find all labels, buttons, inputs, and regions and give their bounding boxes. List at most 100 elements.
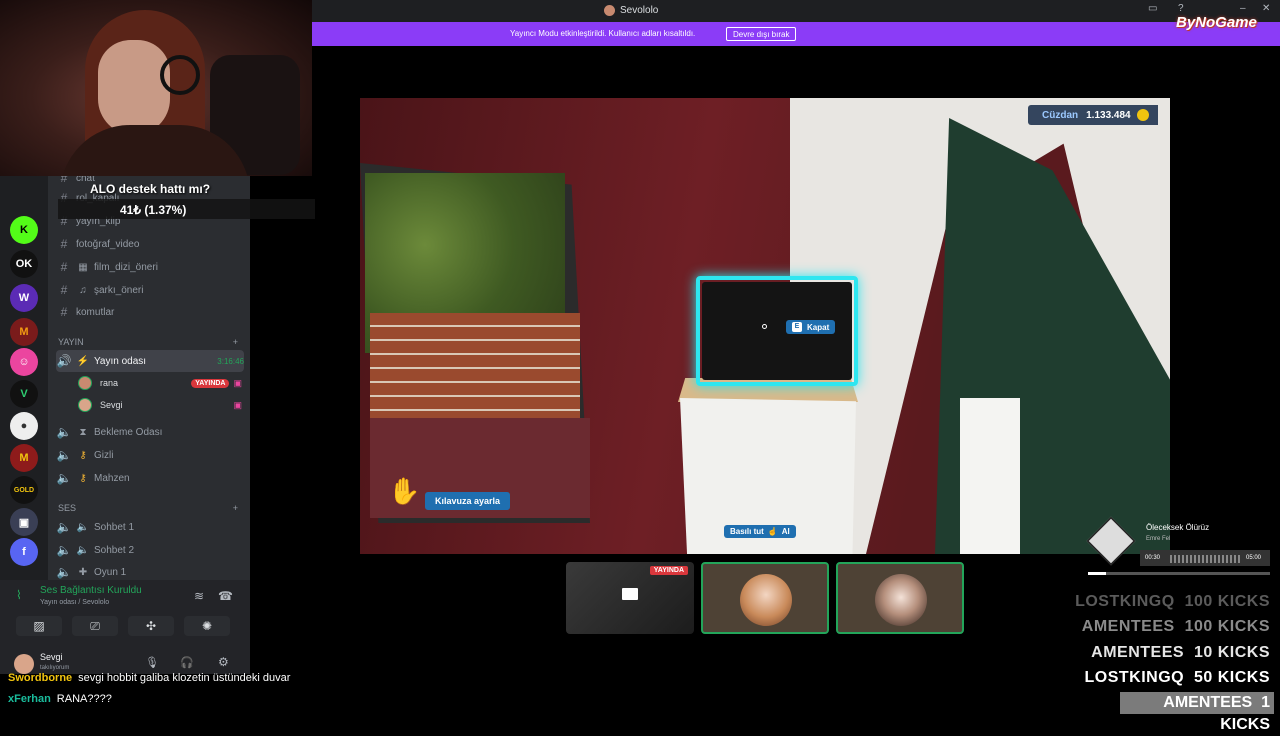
waveform [1170,555,1240,563]
hash-icon: # [60,305,68,319]
hold-prompt: Basılı tut ☝ Al [724,525,796,538]
kick-entry: AMENTEES 100 KICKS [1081,618,1270,635]
noise-suppression-icon[interactable]: ≋ [194,589,204,603]
inbox-icon[interactable]: ▭ [1148,3,1157,14]
channel-sarki-oneri[interactable]: # ♫ şarkı_öneri [56,279,244,301]
voice-timer: 3:16:46 [217,356,244,366]
category-yayin[interactable]: YAYIN + [58,337,238,347]
camera-off-icon: ▨ [33,619,45,633]
user-panel [0,650,250,674]
server-icon-gold[interactable]: GOLD [10,476,38,504]
participant-tile-rana[interactable] [701,562,829,634]
channel-fotograf-video[interactable]: # fotoğraf_video [56,233,244,255]
headphones-icon[interactable]: 🎧 [180,656,194,669]
server-icon-kick[interactable]: K [10,216,38,244]
window-title: Sevololo [620,5,659,16]
activities-button[interactable]: ✣ [128,616,174,636]
gamepad-icon: ✚ [78,566,88,578]
guide-prompt: Kılavuza ayarla [425,492,511,510]
voice-user-sevgi[interactable]: Sevgi ▣ [78,395,242,415]
key-icon: ⚷ [79,449,87,461]
voice-channel-mahzen[interactable]: 🔈 ⚷ Mahzen [56,467,244,489]
webcam-feed [0,0,312,176]
stream-icon: ▣ [233,377,242,388]
film-icon: ▦ [78,261,88,273]
server-icon-pink[interactable]: ☺ [10,348,38,376]
speaker-icon: 🔈 [56,471,72,485]
streamer-mode-message: Yayıncı Modu etkinleştirildi. Kullanıcı … [510,29,696,38]
voice-user-rana[interactable]: rana YAYINDA ▣ [78,373,242,393]
disable-streamer-mode-button[interactable]: Devre dışı bırak [726,27,797,41]
voice-channel-yayin-odasi[interactable]: 🔊 ⚡ Yayın odası 3:16:46 [56,350,244,372]
song-artist: Emre Fel [1146,536,1171,542]
key-icon: ⚷ [79,472,87,484]
soundboard-button[interactable]: ✺ [184,616,230,636]
signal-icon: ⌇ [16,588,22,602]
hand-icon: ✋ [388,476,421,506]
server-icon-mz[interactable]: M [10,444,38,472]
music-note-icon: ♫ [79,284,87,296]
minimize-icon[interactable]: – [1240,3,1246,14]
server-icon-m[interactable]: M [10,318,38,346]
disconnect-icon[interactable]: ☎ [218,589,233,603]
speaker-icon: 🔊 [56,354,72,368]
activities-icon: ✣ [145,619,157,633]
microphone-icon[interactable]: 🎙 [145,656,159,669]
poll-question: ALO destek hattı mı? [90,182,211,196]
hash-icon: # [60,176,68,185]
user-name: Sevgi [40,652,63,662]
voice-channel-gizli[interactable]: 🔈 ⚷ Gizli [56,444,244,466]
stream-icon: ▣ [233,399,242,410]
server-icon-w[interactable]: W [10,284,38,312]
hash-icon: # [60,237,68,251]
plus-icon[interactable]: + [233,503,238,513]
voice-location[interactable]: Yayın odası / Sevololo [40,599,109,606]
close-icon[interactable]: ✕ [1262,3,1270,14]
server-icon-v[interactable]: V [10,380,38,408]
kick-entry-latest: AMENTEES 1 KICKS [1120,692,1274,733]
voice-channel-bekleme[interactable]: 🔈 ⧗ Bekleme Odası [56,421,244,443]
server-icon-avatar[interactable]: ● [10,412,38,440]
chat-message: Swordborne sevgi hobbit galiba klozetin ü… [8,672,291,684]
avatar [740,574,792,626]
speaker-icon: 🔈 [76,544,90,556]
user-avatar[interactable] [14,654,34,674]
hash-icon: # [60,260,68,274]
channel-komutlar[interactable]: # komutlar [56,301,244,323]
speaker-icon: 🔈 [56,425,72,439]
settings-gear-icon[interactable]: ⚙ [218,655,229,669]
server-icon-ok[interactable]: OK [10,250,38,278]
screen-share-button[interactable]: ⎚ [72,616,118,636]
avatar [78,398,92,412]
voice-channel-sohbet-1[interactable]: 🔈 🔈 Sohbet 1 [56,516,244,538]
participant-tile-sevgi[interactable] [836,562,964,634]
help-icon[interactable]: ? [1178,3,1184,14]
voice-channel-oyun-1[interactable]: 🔈 ✚ Oyun 1 [56,561,244,580]
tv-action-prompt: E Kapat [786,320,836,334]
category-ses[interactable]: SES + [58,503,238,513]
user-status: takılıyorum [40,665,70,671]
voice-status[interactable]: Ses Bağlantısı Kuruldu [40,585,142,596]
poll-result-bar [58,199,315,219]
song-progress-track [1088,572,1270,575]
speaker-icon: 🔈 [56,543,72,557]
channel-film-dizi-oneri[interactable]: # ▦ film_dizi_öneri [56,256,244,278]
screen-share-icon: ⎚ [90,618,100,633]
bynogame-logo: ByNoGame [1176,14,1257,31]
speaker-icon: 🔈 [56,520,72,534]
live-badge: YAYINDA [191,378,230,388]
chat-message: xFerhan RANA???? [8,693,112,705]
server-rail: K OK W M ☺ V ● M GOLD ▣ f [0,176,48,580]
crosshair [762,324,767,329]
server-icon-gray[interactable]: ▣ [10,508,38,536]
plus-icon[interactable]: + [233,337,238,347]
channel-list: # chat # rol_kapalı # yayın_klip # fotoğraf_… [48,176,250,580]
camera-off-button[interactable]: ▨ [16,616,62,636]
voice-channel-sohbet-2[interactable]: 🔈 🔈 Sohbet 2 [56,539,244,561]
speaker-icon: 🔈 [76,521,90,533]
server-icon-blue[interactable]: f [10,538,38,566]
kick-entry: LOSTKINGQ 50 KICKS [1084,669,1270,686]
duration: 05:00 [1246,555,1262,561]
speaker-icon: 🔈 [56,565,72,579]
avatar [78,376,92,390]
